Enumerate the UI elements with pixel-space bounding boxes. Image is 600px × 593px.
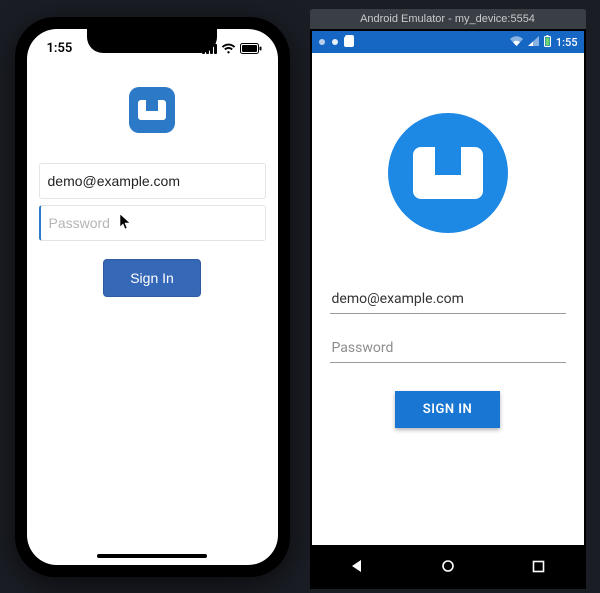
notification-dot-icon <box>318 36 326 49</box>
iphone-screen: 1:55 <box>27 29 278 565</box>
android-status-bar: 1:55 <box>312 31 584 53</box>
battery-icon <box>544 35 551 50</box>
nav-back-icon[interactable] <box>350 559 364 573</box>
email-field[interactable] <box>330 283 566 314</box>
android-device-frame: 1:55 SIGN IN <box>310 29 586 589</box>
android-emulator-window: Android Emulator - my_device:5554 <box>310 9 586 589</box>
android-screen: SIGN IN <box>312 53 584 545</box>
android-status-time: 1:55 <box>556 36 578 49</box>
cellular-signal-icon <box>528 36 539 49</box>
battery-icon <box>240 43 262 54</box>
iphone-home-indicator[interactable] <box>97 554 207 558</box>
password-field[interactable] <box>330 332 566 363</box>
sign-in-button[interactable]: Sign In <box>103 259 201 297</box>
iphone-notch <box>87 29 217 53</box>
notification-dot-icon <box>331 36 339 49</box>
emulator-title: Android Emulator - my_device:5554 <box>360 13 535 25</box>
nav-home-icon[interactable] <box>441 559 455 573</box>
app-logo-icon <box>388 113 508 233</box>
sign-in-button[interactable]: SIGN IN <box>395 391 500 428</box>
email-field[interactable] <box>39 163 266 199</box>
app-logo-icon <box>129 87 175 133</box>
sd-card-icon <box>344 35 354 50</box>
ios-status-time: 1:55 <box>47 41 73 56</box>
iphone-device-frame: 1:55 <box>15 17 290 577</box>
wifi-icon <box>221 43 236 54</box>
wifi-icon <box>510 36 523 49</box>
android-nav-bar <box>312 545 584 587</box>
nav-recent-icon[interactable] <box>532 560 545 573</box>
emulator-titlebar: Android Emulator - my_device:5554 <box>310 9 586 29</box>
password-field[interactable] <box>39 205 266 241</box>
